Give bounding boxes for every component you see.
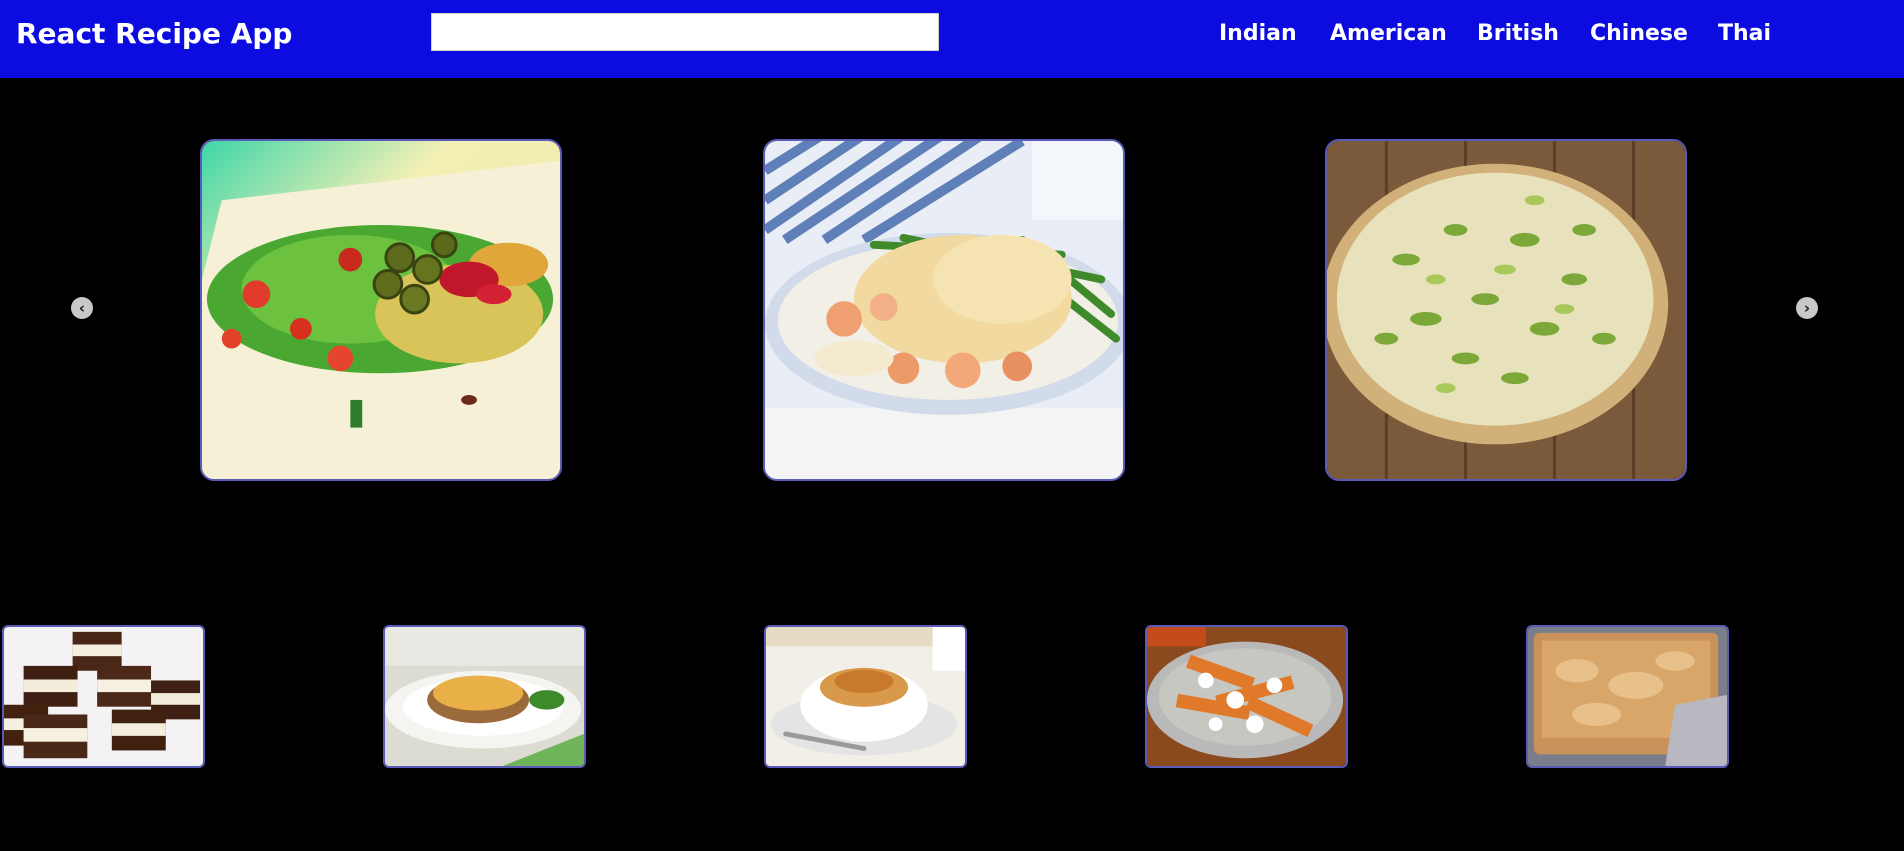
navbar: React Recipe App Indian American British… bbox=[0, 0, 1904, 78]
nav-link-british[interactable]: British bbox=[1477, 18, 1559, 50]
chevron-left-circle-icon[interactable]: ‹ bbox=[71, 297, 93, 319]
leek-quiche-image bbox=[1327, 141, 1685, 479]
nav-link-thai[interactable]: Thai bbox=[1718, 18, 1771, 50]
chevron-right-circle-icon[interactable]: › bbox=[1796, 297, 1818, 319]
shepherds-pie-image bbox=[385, 627, 584, 766]
recipe-card[interactable] bbox=[1145, 625, 1348, 768]
recipe-card[interactable] bbox=[764, 625, 967, 768]
pudding-bowl-image bbox=[766, 627, 965, 766]
nav-link-chinese[interactable]: Chinese bbox=[1590, 18, 1688, 50]
recipe-card[interactable] bbox=[2, 625, 205, 768]
salad-nachos-image bbox=[202, 141, 560, 479]
chocolate-bars-image bbox=[4, 627, 203, 766]
baked-tray-image bbox=[1528, 627, 1727, 766]
nav-link-american[interactable]: American bbox=[1330, 18, 1447, 50]
brand-title[interactable]: React Recipe App bbox=[16, 14, 292, 54]
search-input[interactable] bbox=[431, 13, 939, 51]
recipe-card[interactable] bbox=[383, 625, 586, 768]
recipe-card[interactable] bbox=[1526, 625, 1729, 768]
nav-link-indian[interactable]: Indian bbox=[1219, 18, 1297, 50]
fish-pie-image bbox=[765, 141, 1123, 479]
featured-recipe-card[interactable] bbox=[1325, 139, 1687, 481]
featured-recipe-card[interactable] bbox=[763, 139, 1125, 481]
poutine-plate-image bbox=[1147, 627, 1346, 766]
featured-recipe-card[interactable] bbox=[200, 139, 562, 481]
